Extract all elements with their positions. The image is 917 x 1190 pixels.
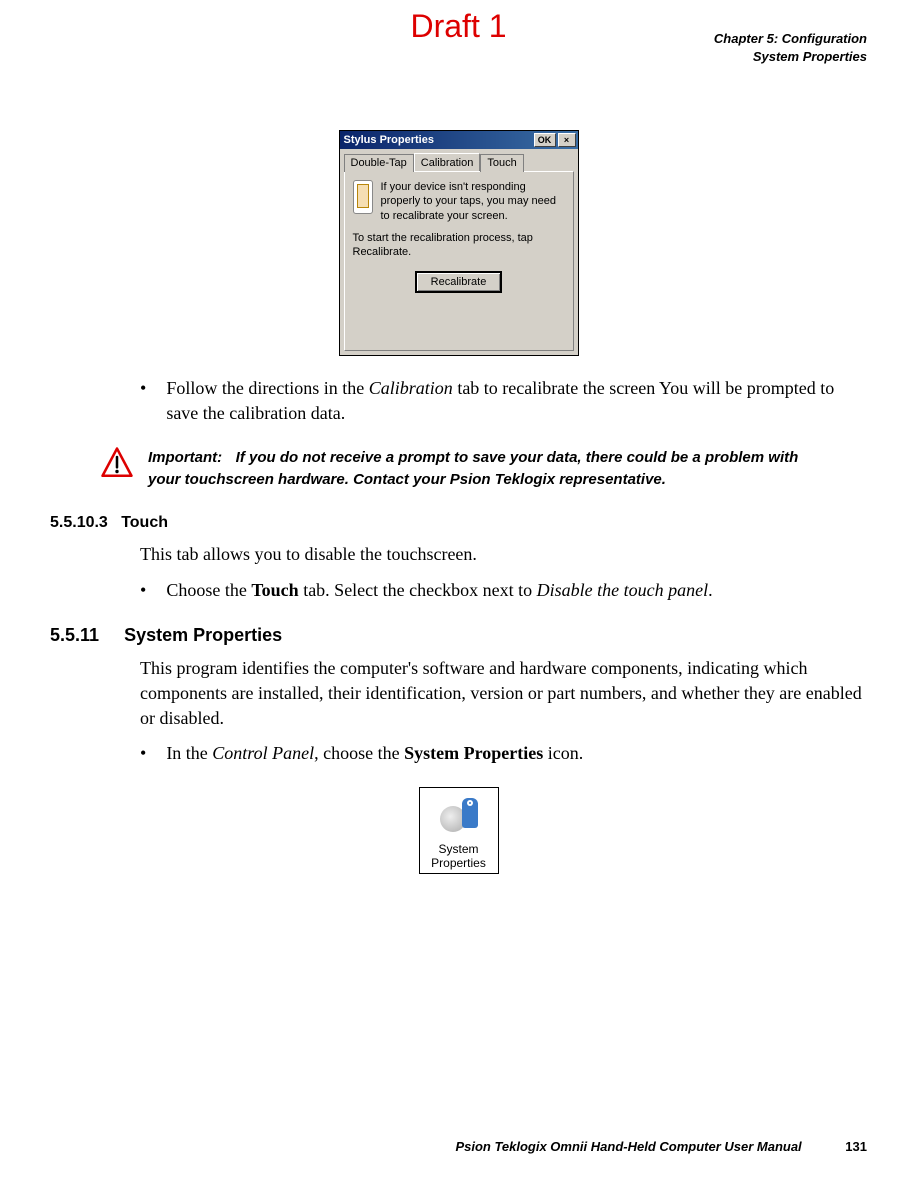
page-header: Chapter 5: Configuration System Properti… [714, 30, 867, 66]
recalibrate-button[interactable]: Recalibrate [415, 271, 503, 293]
pda-icon [353, 180, 373, 214]
stylus-properties-dialog: Stylus Properties OK × Double-Tap Calibr… [339, 130, 579, 356]
page-number: 131 [845, 1139, 867, 1154]
text-emphasis: Calibration [369, 378, 453, 398]
text-emphasis: Control Panel [212, 743, 314, 763]
screenshot-figure: Stylus Properties OK × Double-Tap Calibr… [50, 130, 867, 356]
header-chapter: Chapter 5: Configuration [714, 30, 867, 48]
important-text: If you do not receive a prompt to save y… [148, 449, 798, 488]
text-emphasis: Disable the touch panel [537, 580, 708, 600]
dialog-hint-text: To start the recalibration process, tap … [353, 231, 565, 260]
heading-number: 5.5.11 [50, 625, 99, 645]
text: In the [166, 743, 212, 763]
page-footer: Psion Teklogix Omnii Hand-Held Computer … [455, 1139, 867, 1154]
bullet-marker: • [140, 376, 146, 426]
tab-strip: Double-Tap Calibration Touch [340, 149, 578, 171]
important-note: Important: If you do not receive a promp… [100, 446, 817, 490]
system-properties-icon-box: System Properties [419, 787, 499, 875]
paragraph: This program identifies the computer's s… [140, 656, 867, 732]
heading-text: System Properties [124, 625, 282, 645]
tab-calibration[interactable]: Calibration [414, 153, 481, 171]
header-section: System Properties [714, 48, 867, 66]
bullet-marker: • [140, 741, 146, 766]
text: Choose the [166, 580, 251, 600]
warning-icon [100, 446, 134, 485]
close-button[interactable]: × [558, 133, 576, 147]
tab-double-tap[interactable]: Double-Tap [344, 154, 414, 172]
text-bold: Touch [251, 580, 298, 600]
dialog-title: Stylus Properties [344, 134, 434, 146]
bullet-touch-instruction: • Choose the Touch tab. Select the check… [140, 578, 867, 603]
heading-text: Touch [121, 514, 168, 531]
icon-label-line1: System [428, 842, 490, 856]
bullet-marker: • [140, 578, 146, 603]
system-properties-icon [438, 796, 480, 838]
text: icon. [543, 743, 583, 763]
tab-touch[interactable]: Touch [480, 154, 523, 172]
bullet-sysprop-instruction: • In the Control Panel, choose the Syste… [140, 741, 867, 766]
text-bold: System Properties [404, 743, 543, 763]
ok-button[interactable]: OK [534, 133, 556, 147]
important-label: Important: [148, 449, 222, 466]
bullet-calibration-instruction: • Follow the directions in the Calibrati… [140, 376, 867, 426]
text: , choose the [314, 743, 404, 763]
text: . [708, 580, 713, 600]
draft-watermark: Draft 1 [410, 8, 506, 45]
text: Follow the directions in the [166, 378, 368, 398]
tab-panel-calibration: If your device isn't responding properly… [344, 171, 574, 351]
icon-figure: System Properties [50, 787, 867, 875]
heading-system-properties: 5.5.11 System Properties [50, 625, 867, 646]
icon-label-line2: Properties [428, 856, 490, 870]
dialog-info-text: If your device isn't responding properly… [381, 180, 565, 223]
dialog-titlebar: Stylus Properties OK × [340, 131, 578, 149]
heading-number: 5.5.10.3 [50, 514, 108, 531]
paragraph: This tab allows you to disable the touch… [140, 542, 867, 567]
footer-text: Psion Teklogix Omnii Hand-Held Computer … [455, 1139, 801, 1154]
heading-touch: 5.5.10.3 Touch [50, 514, 867, 532]
text: tab. Select the checkbox next to [299, 580, 537, 600]
